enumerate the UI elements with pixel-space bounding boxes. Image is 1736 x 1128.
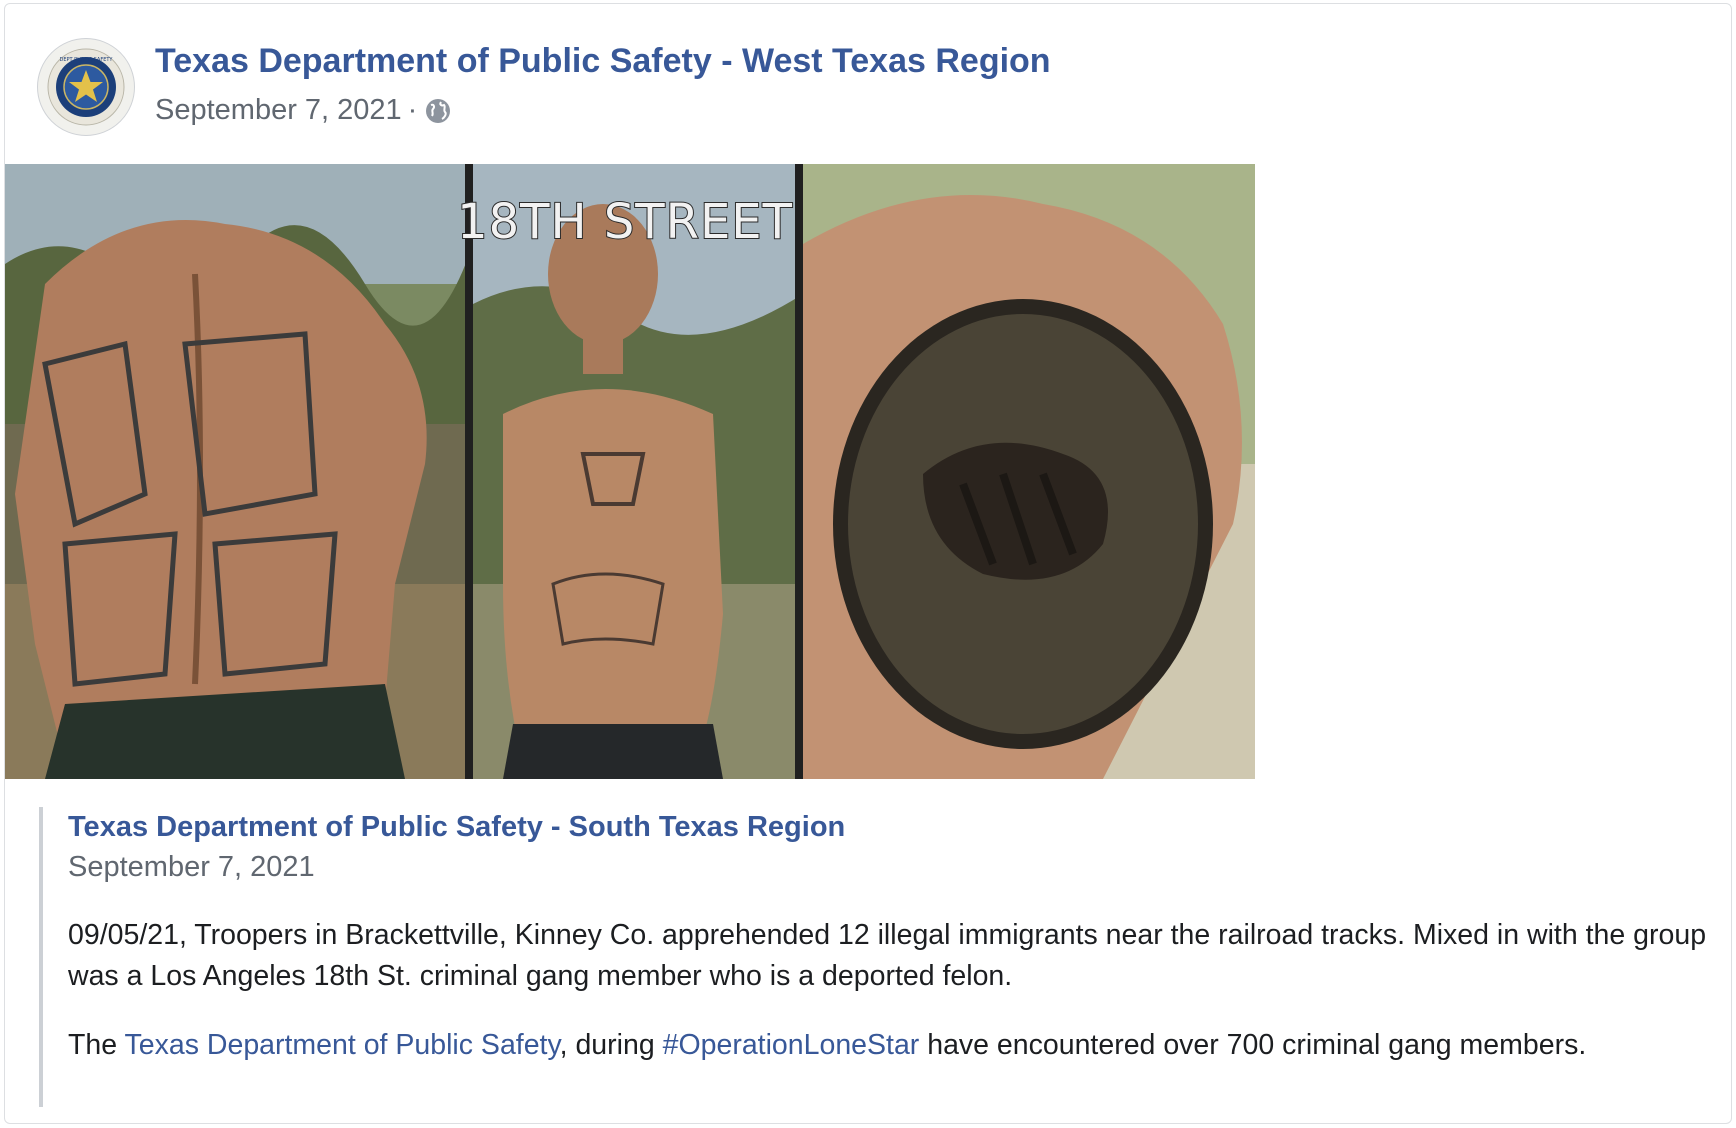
svg-text:DEPT PUBLIC SAFETY: DEPT PUBLIC SAFETY — [60, 57, 114, 63]
paragraph-2-suffix: have encountered over 700 criminal gang … — [919, 1029, 1587, 1061]
post-page-name[interactable]: Texas Department of Public Safety - West… — [155, 42, 1051, 81]
photo-panel-head — [803, 164, 1255, 779]
shared-paragraph-1: 09/05/21, Troopers in Brackettville, Kin… — [68, 919, 1707, 992]
page-avatar[interactable]: DEPT PUBLIC SAFETY — [37, 38, 135, 136]
meta-separator: · — [407, 94, 418, 126]
shared-post: Texas Department of Public Safety - Sout… — [39, 807, 1719, 1107]
photo-panel-back — [5, 164, 473, 779]
facebook-post-card: DEPT PUBLIC SAFETY Texas Department of P… — [4, 3, 1732, 1124]
shared-paragraph-2: The Texas Department of Public Safety, d… — [68, 1025, 1708, 1066]
globe-icon[interactable] — [423, 96, 453, 126]
dps-seal-icon: DEPT PUBLIC SAFETY — [47, 48, 125, 126]
photo-overlay-text: 18TH STREET — [456, 193, 793, 251]
hashtag-link[interactable]: #OperationLoneStar — [663, 1029, 920, 1061]
post-meta: September 7, 2021 · — [155, 94, 453, 127]
photo-panel-chest — [473, 164, 803, 779]
dps-page-link[interactable]: Texas Department of Public Safety — [125, 1029, 560, 1061]
post-date[interactable]: September 7, 2021 — [155, 94, 402, 127]
shared-post-date[interactable]: September 7, 2021 — [68, 847, 1719, 887]
paragraph-2-prefix: The — [68, 1029, 125, 1061]
paragraph-2-middle: , during — [559, 1029, 663, 1061]
post-photo[interactable]: 18TH STREET — [5, 164, 1255, 779]
shared-page-name[interactable]: Texas Department of Public Safety - Sout… — [68, 807, 1719, 847]
